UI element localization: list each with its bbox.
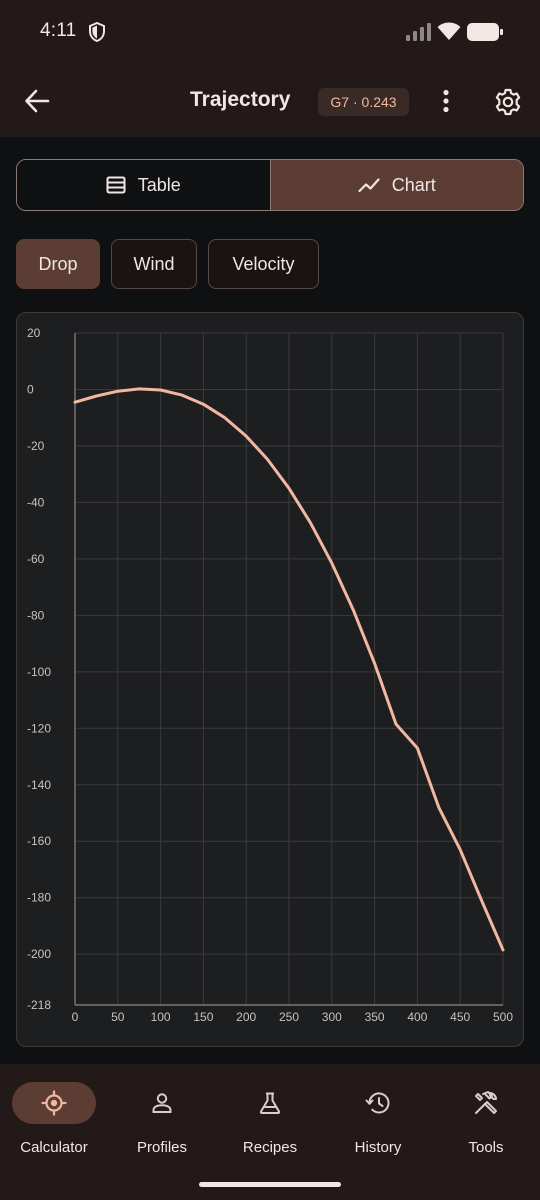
y-tick-label: -140 — [27, 778, 51, 792]
ballistic-coefficient-badge[interactable]: G7 · 0.243 — [318, 88, 409, 116]
status-bar: 4:11 — [0, 0, 540, 64]
chart-view-label: Chart — [391, 174, 436, 195]
y-tick-label: -200 — [27, 947, 51, 961]
chart-view-button[interactable]: Chart — [270, 160, 523, 210]
shield-icon — [89, 22, 105, 42]
nav-history-label: History — [354, 1139, 402, 1156]
x-tick-label: 0 — [72, 1010, 79, 1024]
nav-tools-indicator — [444, 1082, 528, 1124]
battery-icon — [467, 23, 503, 41]
nav-profiles[interactable]: Profiles — [108, 1082, 216, 1162]
nav-recipes[interactable]: Recipes — [216, 1082, 324, 1162]
app-bar: Trajectory G7 · 0.243 — [0, 64, 540, 137]
wifi-icon — [437, 22, 461, 40]
nav-profiles-label: Profiles — [136, 1139, 188, 1156]
y-tick-label: -120 — [27, 721, 51, 735]
y-tick-label: -80 — [27, 608, 45, 622]
nav-history-indicator — [336, 1082, 420, 1124]
tools-icon — [475, 1091, 497, 1114]
arrow-back-icon — [25, 89, 50, 113]
y-tick-label: -180 — [27, 891, 51, 905]
y-tick-label: -20 — [27, 439, 45, 453]
chip-drop-label: Drop — [38, 253, 78, 274]
show-chart-icon — [358, 178, 380, 193]
gear-icon — [495, 88, 521, 116]
more-menu-button[interactable] — [430, 84, 462, 118]
x-tick-label: 450 — [450, 1010, 470, 1024]
person-icon — [152, 1093, 172, 1113]
nav-tools[interactable]: Tools — [432, 1082, 540, 1162]
x-tick-label: 200 — [236, 1010, 256, 1024]
crosshair-icon — [41, 1090, 67, 1116]
chart-card: 0 50 100 150 200 250 300 350 400 450 500 20 0 -20 -40-… — [16, 312, 524, 1047]
x-tick-label: 350 — [365, 1010, 385, 1024]
y-tick-label: -40 — [27, 495, 45, 509]
nav-tools-label: Tools — [468, 1139, 504, 1156]
nav-history[interactable]: History — [324, 1082, 432, 1162]
top-app-area: 4:11 Trajectory G7 · 0.243 — [0, 0, 540, 137]
y-tick-label: 20 — [27, 326, 41, 340]
nav-recipes-indicator — [228, 1082, 312, 1124]
x-tick-label: 500 — [493, 1010, 513, 1024]
chip-velocity[interactable]: Velocity — [208, 239, 319, 289]
bottom-navigation: Calculator Profiles Recipes History Tool… — [0, 1064, 540, 1200]
home-indicator — [199, 1182, 341, 1187]
chip-drop[interactable]: Drop — [16, 239, 100, 289]
more-vert-icon — [443, 89, 449, 113]
y-tick-label: -100 — [27, 665, 51, 679]
nav-calculator[interactable]: Calculator — [0, 1082, 108, 1162]
y-tick-label: -218 — [27, 998, 51, 1012]
x-tick-label: 400 — [407, 1010, 427, 1024]
table-view-button[interactable]: Table — [17, 160, 271, 210]
page-title: Trajectory — [190, 88, 291, 111]
nav-calculator-label: Calculator — [20, 1139, 88, 1156]
x-tick-label: 250 — [279, 1010, 299, 1024]
trajectory-chart: 0 50 100 150 200 250 300 350 400 450 500200-20-40-… — [27, 326, 513, 1024]
status-time: 4:11 — [40, 20, 77, 41]
view-toggle: Table Chart — [16, 159, 524, 211]
nav-profiles-indicator — [120, 1082, 204, 1124]
chip-wind-label: Wind — [133, 253, 175, 274]
chip-velocity-label: Velocity — [232, 253, 295, 274]
flask-icon — [259, 1092, 281, 1114]
x-tick-label: 300 — [322, 1010, 342, 1024]
table-icon — [106, 176, 126, 194]
nav-calculator-indicator — [12, 1082, 96, 1124]
history-icon — [365, 1092, 390, 1114]
nav-recipes-label: Recipes — [242, 1139, 298, 1156]
back-button[interactable] — [18, 82, 56, 120]
chip-wind[interactable]: Wind — [111, 239, 197, 289]
settings-button[interactable] — [490, 84, 526, 120]
x-tick-label: 50 — [111, 1010, 125, 1024]
x-tick-label: 150 — [193, 1010, 213, 1024]
table-view-label: Table — [137, 174, 181, 195]
y-tick-label: 0 — [27, 382, 34, 396]
y-tick-label: -160 — [27, 834, 51, 848]
signal-icon — [406, 23, 431, 41]
y-tick-label: -60 — [27, 552, 45, 566]
x-tick-label: 100 — [151, 1010, 171, 1024]
